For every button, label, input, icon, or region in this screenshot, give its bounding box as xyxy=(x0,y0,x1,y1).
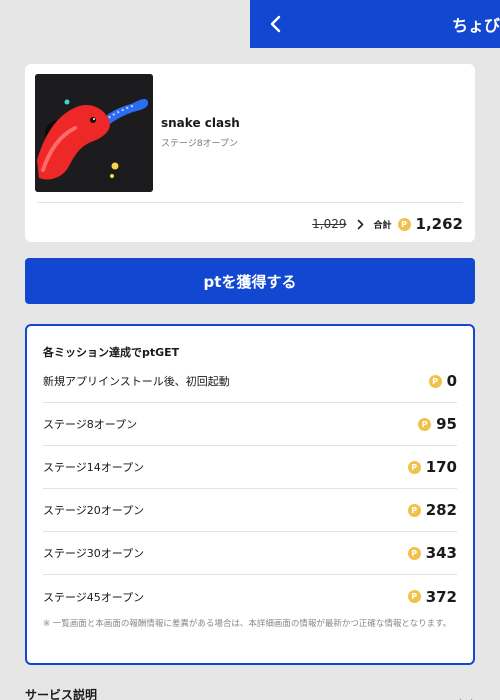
app-thumbnail xyxy=(35,74,153,192)
chevron-down-icon[interactable] xyxy=(459,692,473,700)
mission-row: ステージ45オープン P 372 xyxy=(43,575,457,618)
app-name: snake clash xyxy=(161,116,240,130)
point-coin-icon: P xyxy=(407,546,421,560)
mission-label: ステージ8オープン xyxy=(43,418,138,431)
price-row: 1,029 合計 P 1,262 xyxy=(312,212,463,236)
mission-label: ステージ20オープン xyxy=(43,504,145,517)
point-coin-icon: P xyxy=(407,590,421,603)
mission-label: ステージ30オープン xyxy=(43,547,145,560)
mission-points: 95 xyxy=(436,415,457,433)
point-coin-icon: P xyxy=(407,460,421,474)
point-coin-icon: P xyxy=(418,417,432,431)
mission-reward: P 95 xyxy=(418,415,457,433)
mission-row: ステージ14オープン P 170 xyxy=(43,446,457,489)
back-button[interactable] xyxy=(264,12,286,36)
point-coin-icon: P xyxy=(428,374,442,388)
mission-row: 新規アプリインストール後、初回起動 P 0 xyxy=(43,360,457,403)
header-bar: ちょび xyxy=(250,0,500,48)
mission-row: ステージ8オープン P 95 xyxy=(43,403,457,446)
missions-title: 各ミッション達成でptGET xyxy=(43,346,180,359)
mission-points: 282 xyxy=(425,501,457,519)
page-title: ちょび xyxy=(452,16,500,35)
get-points-button[interactable]: ptを獲得する xyxy=(25,258,475,304)
chevron-right-icon xyxy=(357,219,364,230)
mission-points: 343 xyxy=(425,544,457,562)
divider xyxy=(37,202,463,203)
mission-points: 372 xyxy=(425,587,457,606)
mission-reward: P 170 xyxy=(407,458,457,476)
missions-panel: 各ミッション達成でptGET 新規アプリインストール後、初回起動 P 0 ステー… xyxy=(25,324,475,665)
old-price: 1,029 xyxy=(312,217,347,231)
mission-label: ステージ14オープン xyxy=(43,461,145,474)
mission-reward: P 0 xyxy=(428,372,457,390)
chevron-left-icon xyxy=(270,15,281,33)
mission-points: 0 xyxy=(446,372,457,390)
mission-row: ステージ20オープン P 282 xyxy=(43,489,457,532)
mission-reward: P 282 xyxy=(407,501,457,519)
mission-label: ステージ45オープン xyxy=(43,590,145,604)
mission-reward: P 343 xyxy=(407,544,457,562)
point-coin-icon: P xyxy=(407,503,421,517)
mission-label: 新規アプリインストール後、初回起動 xyxy=(43,375,230,388)
total-label: 合計 xyxy=(373,220,392,231)
total-points: 1,262 xyxy=(415,215,463,233)
mission-reward: P 372 xyxy=(407,587,457,606)
mission-row: ステージ30オープン P 343 xyxy=(43,532,457,575)
app-card: snake clash ステージ8オープン 1,029 合計 P 1,262 xyxy=(25,64,475,242)
point-coin-icon: P xyxy=(397,217,411,231)
disclaimer-note: ※ 一覧画面と本画面の報酬情報に差異がある場合は、本詳細画面の情報が最新かつ正確… xyxy=(43,619,452,629)
service-section-title[interactable]: サービス説明 xyxy=(25,686,97,700)
mission-points: 170 xyxy=(425,458,457,476)
app-subtitle: ステージ8オープン xyxy=(161,139,239,149)
